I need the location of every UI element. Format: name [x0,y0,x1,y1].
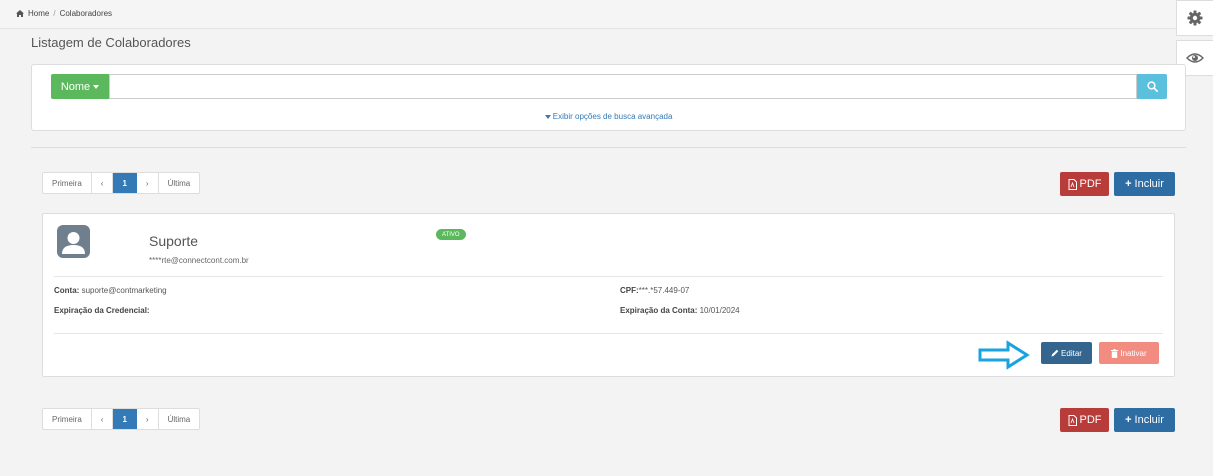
pagination-bottom: Primeira ‹ 1 › Última [42,408,201,430]
breadcrumb-home[interactable]: Home [28,9,49,18]
results-panel: Primeira ‹ 1 › Última PDF + Incluir Supo… [31,147,1186,458]
plus-icon: + [1125,414,1132,426]
avatar [57,225,90,258]
pagination-prev[interactable]: ‹ [92,409,114,429]
cpf-value: ***.*57.449-07 [638,286,690,295]
search-icon [1146,81,1158,92]
pagination-next[interactable]: › [137,409,159,429]
pagination-last[interactable]: Última [159,173,200,193]
account-expiry-value: 10/01/2024 [699,306,740,315]
credential-expiry-field: Expiração da Credencial: [54,306,150,315]
breadcrumb: Home / Colaboradores [16,9,112,18]
gear-icon [1187,10,1203,26]
account-expiry-label: Expiração da Conta: [620,306,698,315]
card-divider [54,276,1163,277]
status-badge: ATIVO [436,229,466,240]
breadcrumb-separator: / [53,9,56,18]
search-input[interactable] [109,74,1137,99]
pagination-prev[interactable]: ‹ [92,173,114,193]
search-field-label: Nome [60,80,91,93]
pagination-last[interactable]: Última [159,409,200,429]
account-field: Conta: suporte@contmarketing [54,286,167,295]
account-value: suporte@contmarketing [81,286,167,295]
inactivate-button[interactable]: Inativar [1099,342,1159,364]
search-panel: Nome Exibir opções de busca avançada [31,64,1186,131]
eye-icon [1186,53,1204,63]
pencil-icon [1051,349,1059,357]
caret-down-icon [93,84,100,89]
caret-down-icon [544,115,551,119]
search-button[interactable] [1137,74,1167,99]
cpf-field: CPF:***.*57.449-07 [620,286,689,295]
pagination-first[interactable]: Primeira [43,409,92,429]
plus-icon: + [1125,178,1132,190]
card-divider [54,333,1163,334]
pdf-button[interactable]: PDF [1060,408,1109,432]
account-expiry-field: Expiração da Conta: 10/01/2024 [620,306,740,315]
pagination-top: Primeira ‹ 1 › Última [42,172,201,194]
user-icon [62,232,85,254]
arrow-right-icon [978,340,1030,370]
pagination-current-page[interactable]: 1 [113,409,137,429]
file-pdf-icon [1068,414,1077,426]
add-button[interactable]: + Incluir [1114,172,1175,196]
add-button[interactable]: + Incluir [1114,408,1175,432]
home-icon [16,10,24,17]
trash-icon [1111,348,1119,358]
cpf-label: CPF: [620,286,639,295]
page-title: Listagem de Colaboradores [31,35,191,50]
pagination-next[interactable]: › [137,173,159,193]
edit-button[interactable]: Editar [1041,342,1092,364]
add-button-label: Incluir [1134,178,1164,190]
pagination-current-page[interactable]: 1 [113,173,137,193]
search-field-dropdown[interactable]: Nome [51,74,109,99]
account-label: Conta: [54,286,80,295]
top-bar: Home / Colaboradores [0,0,1176,29]
pdf-button-label: PDF [1079,414,1102,426]
file-pdf-icon [1068,178,1077,190]
pagination-first[interactable]: Primeira [43,173,92,193]
credential-expiry-label: Expiração da Credencial: [54,306,150,315]
advanced-search-toggle[interactable]: Exibir opções de busca avançada [32,112,1185,121]
pdf-button-label: PDF [1079,178,1102,190]
collaborator-email: ****rte@connectcont.com.br [149,256,249,265]
collaborator-card: Suporte ****rte@connectcont.com.br ATIVO… [42,213,1175,377]
advanced-search-label: Exibir opções de busca avançada [552,112,673,121]
collaborator-name: Suporte [149,233,199,249]
add-button-label: Incluir [1134,414,1164,426]
pdf-button[interactable]: PDF [1060,172,1109,196]
breadcrumb-current: Colaboradores [59,9,113,18]
settings-button[interactable] [1176,0,1213,36]
inactivate-button-label: Inativar [1120,348,1147,358]
edit-button-label: Editar [1061,348,1082,358]
